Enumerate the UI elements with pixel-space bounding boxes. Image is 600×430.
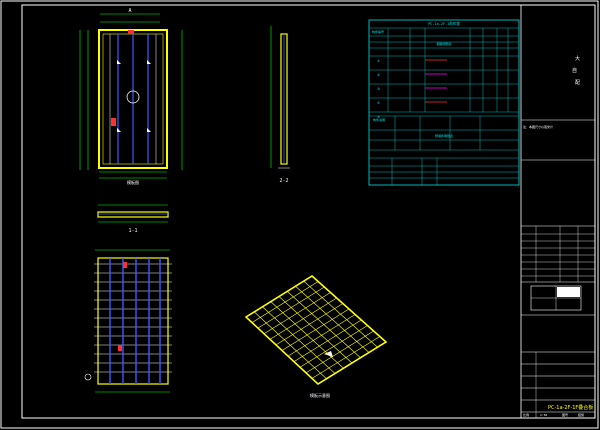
rebar-plan [84, 249, 172, 393]
table-row-label: ② [377, 73, 381, 77]
iso-bar [305, 330, 374, 374]
schedule-table: PC-1a-2F-1构件表 钢筋明细表 预埋件明细表 构件编号 构件说明 ①②③… [368, 19, 520, 186]
lifting-point-marker [117, 60, 121, 64]
scale-label: 比例 [523, 412, 529, 417]
plan-view: A 模板图 [79, 8, 183, 185]
embed-marker [111, 118, 116, 126]
title-note: 注：本图尺寸以毫米计 [523, 124, 553, 129]
rebar-main-bars [109, 258, 161, 384]
iso-bar [281, 308, 350, 351]
table-row-label: ① [377, 59, 381, 63]
iso-bar [269, 297, 337, 340]
iso-caption: 模板示意图 [310, 392, 330, 398]
title-block: 大 自 配 注：本图尺寸以毫米计 PC-1a-2F-1F叠合板 比例 1:50 … [520, 5, 595, 418]
table-row-label: ③ [377, 87, 381, 91]
isometric-view: 模板示意图 [244, 275, 388, 398]
iso-bar [287, 314, 356, 357]
key-plan-highlight [557, 287, 580, 297]
sheet-value: 结施 [578, 412, 584, 417]
iso-bar [275, 303, 343, 346]
sheet-label: 图号 [562, 412, 568, 417]
iso-bar [257, 286, 325, 329]
section-1-1: 1-1 [97, 204, 169, 234]
company-name-1: 大 [575, 55, 580, 62]
lifting-point-marker [117, 128, 121, 132]
table-head-first: 构件编号 [372, 29, 384, 34]
sheet-outer-border [0, 0, 599, 429]
lifting-point-marker [147, 128, 151, 132]
scale-value: 1:50 [540, 413, 547, 417]
table-title: PC-1a-2F-1构件表 [428, 21, 460, 26]
plan-mark-top: A [128, 8, 131, 14]
rebar-plan-outline [97, 257, 169, 385]
cad-drawing: A 模板图 2-2 1-1 模板示意图 PC-1a-2F-1构件表 钢筋明细表 … [0, 0, 599, 429]
table-row-label: ④ [377, 101, 381, 105]
plan-caption: 模板图 [127, 179, 139, 185]
section-2-2: 2-2 [270, 26, 290, 184]
iso-bar [293, 319, 362, 362]
company-name-2: 自 [572, 67, 577, 74]
iso-bar [299, 325, 368, 368]
rebar-table-title: 钢筋明细表 [436, 41, 451, 46]
section-label-2: 2-2 [279, 178, 288, 184]
drawing-name: PC-1a-2F-1F叠合板 [548, 404, 593, 411]
embed-table-title: 预埋件明细表 [435, 133, 453, 138]
embed-marker [128, 30, 134, 34]
iso-bar [311, 336, 380, 379]
section-label-1: 1-1 [128, 228, 137, 234]
company-name-3: 配 [575, 80, 580, 86]
section-1-1-slab [97, 211, 169, 218]
iso-bar [251, 281, 319, 323]
